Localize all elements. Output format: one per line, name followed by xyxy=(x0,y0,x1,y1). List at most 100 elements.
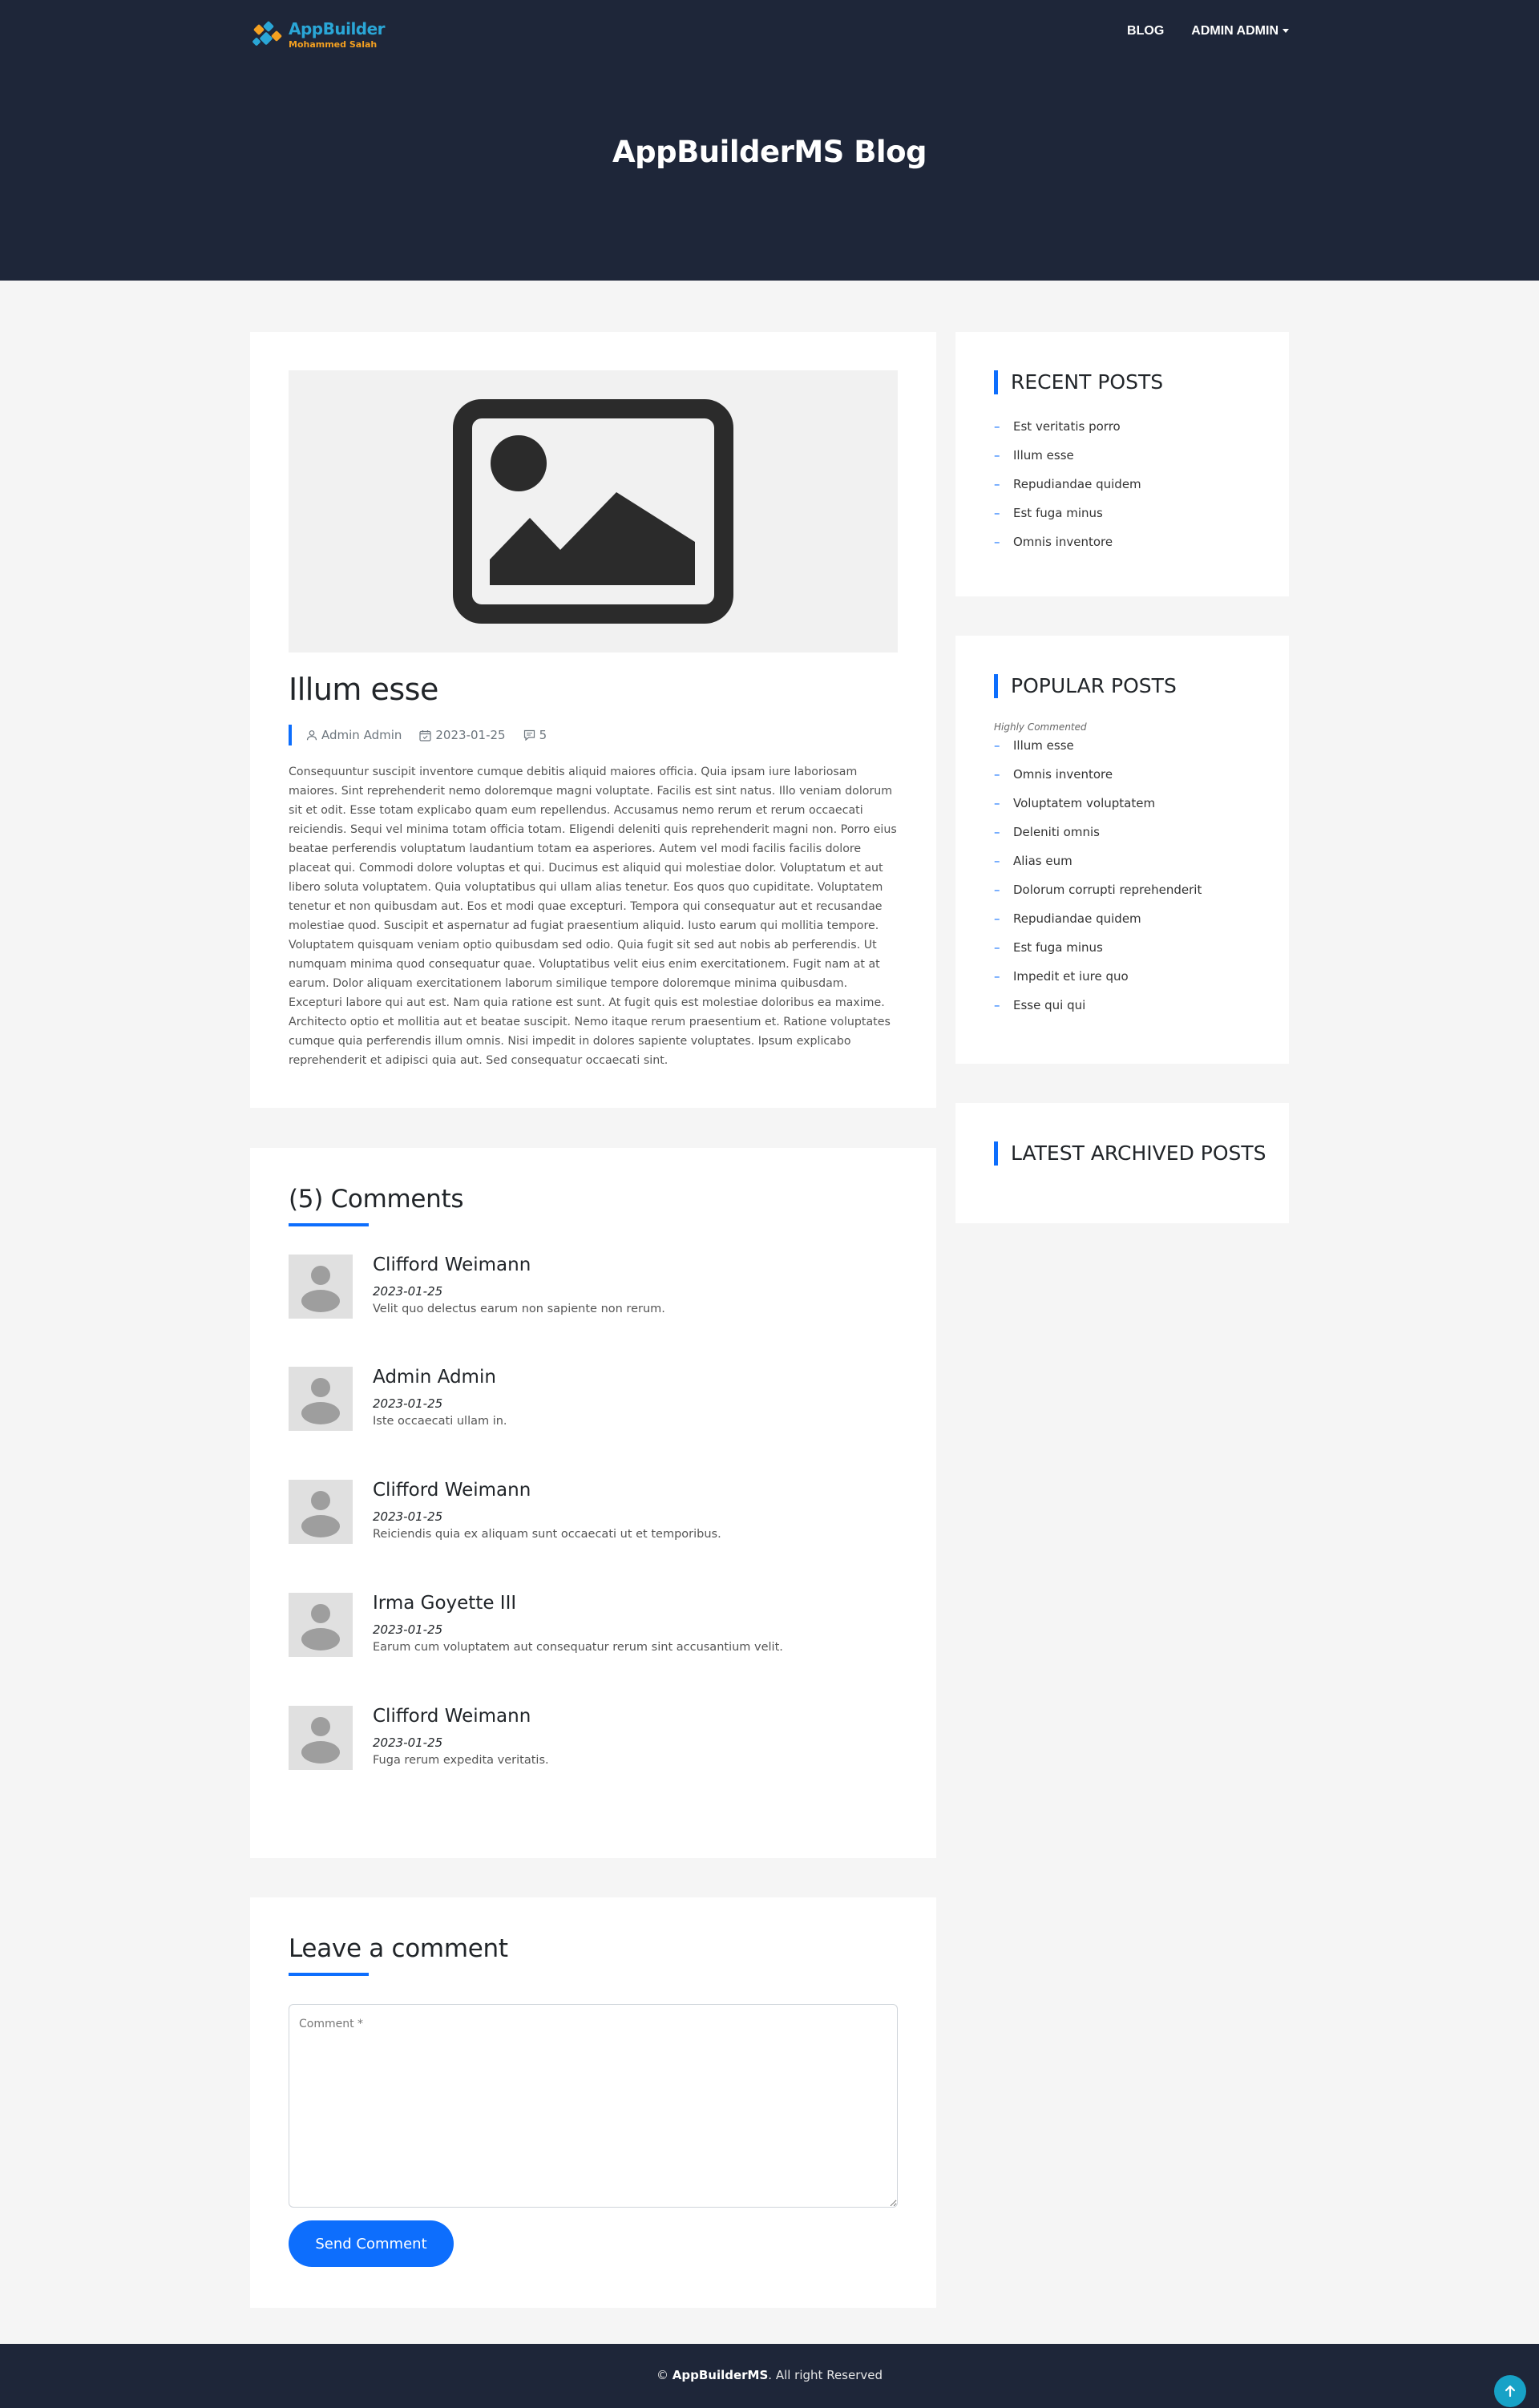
popular-posts-widget: Popular Posts Highly Commented – Illum es… xyxy=(955,636,1289,1064)
dash-icon: – xyxy=(994,419,1000,434)
recent-post-link[interactable]: – Est fuga minus xyxy=(994,503,1141,532)
dash-icon: – xyxy=(994,535,1000,549)
avatar xyxy=(289,1367,353,1431)
dash-icon: – xyxy=(994,477,1000,491)
comment-author: Clifford Weimann xyxy=(373,1255,531,1275)
logo-title: AppBuilder xyxy=(289,19,386,38)
comments-section: (5) Comments Clifford Weimann 2023-01-25… xyxy=(250,1148,936,1858)
avatar xyxy=(289,1480,353,1544)
popular-post-title: Alias eum xyxy=(1013,854,1072,868)
avatar-body xyxy=(301,1402,340,1424)
dash-icon: – xyxy=(994,738,1000,753)
comment-form-heading: Leave a comment xyxy=(289,1934,508,1963)
comment-icon xyxy=(523,729,535,741)
dash-icon: – xyxy=(994,940,1000,955)
comments-count-text: 5 xyxy=(539,728,547,742)
popular-posts-heading: Popular Posts xyxy=(994,674,1177,698)
arrow-up-icon xyxy=(1505,2385,1516,2398)
avatar xyxy=(289,1255,353,1319)
post-image xyxy=(289,370,898,653)
comment-author: Clifford Weimann xyxy=(373,1480,531,1501)
dash-icon: – xyxy=(994,796,1000,810)
avatar-head xyxy=(311,1378,330,1397)
popular-posts-subheading: Highly Commented xyxy=(994,721,1087,733)
popular-post-link[interactable]: – Repudiandae quidem xyxy=(994,909,1202,938)
comment-text: Velit quo delectus earum non sapiente no… xyxy=(373,1303,665,1315)
comment-date: 2023-01-25 xyxy=(373,1509,443,1524)
popular-post-link[interactable]: – Esse qui qui xyxy=(994,996,1202,1024)
comment-date: 2023-01-25 xyxy=(373,1284,443,1299)
scroll-to-top-button[interactable] xyxy=(1494,2375,1526,2407)
popular-post-link[interactable]: – Voluptatem voluptatem xyxy=(994,794,1202,822)
comment-item: Clifford Weimann 2023-01-25 Reiciendis q… xyxy=(289,1480,898,1552)
recent-post-link[interactable]: – Est veritatis porro xyxy=(994,417,1141,446)
popular-post-title: Deleniti omnis xyxy=(1013,825,1100,839)
post-author-name: Admin Admin xyxy=(321,728,402,742)
comment-author: Irma Goyette III xyxy=(373,1593,517,1614)
popular-post-title: Est fuga minus xyxy=(1013,940,1103,955)
popular-post-link[interactable]: – Deleniti omnis xyxy=(994,822,1202,851)
footer-brand: AppBuilderMS xyxy=(672,2368,769,2382)
comment-author: Admin Admin xyxy=(373,1367,496,1388)
recent-post-link[interactable]: – Illum esse xyxy=(994,446,1141,475)
avatar-head xyxy=(311,1717,330,1736)
popular-post-link[interactable]: – Impedit et iure quo xyxy=(994,967,1202,996)
popular-post-link[interactable]: – Alias eum xyxy=(994,851,1202,880)
recent-posts-heading: Recent Posts xyxy=(994,370,1163,394)
archived-posts-widget: Latest Archived Posts xyxy=(955,1103,1289,1223)
recent-post-link[interactable]: – Omnis inventore xyxy=(994,532,1141,561)
dash-icon: – xyxy=(994,969,1000,984)
footer: © AppBuilderMS. All right Reserved xyxy=(0,2344,1539,2408)
comment-item: Clifford Weimann 2023-01-25 Fuga rerum e… xyxy=(289,1706,898,1778)
recent-post-title: Est fuga minus xyxy=(1013,506,1103,520)
footer-rights: . All right Reserved xyxy=(768,2368,883,2382)
popular-posts-list: – Illum esse – Omnis inventore – Voluptatem… xyxy=(994,736,1202,1024)
recent-posts-list: – Est veritatis porro – Illum esse – Repudi… xyxy=(994,417,1141,561)
heading-underline xyxy=(289,1973,369,1976)
comment-input[interactable] xyxy=(289,2004,898,2208)
user-menu-dropdown[interactable]: ADMIN ADMIN xyxy=(1191,24,1289,38)
avatar-body xyxy=(301,1515,340,1537)
avatar-head xyxy=(311,1266,330,1285)
comment-date: 2023-01-25 xyxy=(373,1735,443,1750)
user-icon xyxy=(306,730,317,741)
post-comments-count[interactable]: 5 xyxy=(523,728,547,742)
popular-post-link[interactable]: – Omnis inventore xyxy=(994,765,1202,794)
dash-icon: – xyxy=(994,506,1000,520)
post-meta: Admin Admin 2023-01-25 5 xyxy=(289,725,547,745)
nav-links: BLOG ADMIN ADMIN xyxy=(1127,24,1289,38)
post-card: Illum esse Admin Admin 2023-01-25 5 Cons… xyxy=(250,332,936,1108)
popular-post-link[interactable]: – Est fuga minus xyxy=(994,938,1202,967)
user-menu-label: ADMIN ADMIN xyxy=(1191,24,1278,38)
popular-post-title: Illum esse xyxy=(1013,738,1074,753)
dash-icon: – xyxy=(994,883,1000,897)
avatar-body xyxy=(301,1290,340,1312)
popular-post-title: Dolorum corrupti reprehenderit xyxy=(1013,883,1202,897)
recent-post-link[interactable]: – Repudiandae quidem xyxy=(994,475,1141,503)
popular-post-title: Impedit et iure quo xyxy=(1013,969,1129,984)
avatar xyxy=(289,1593,353,1657)
popular-post-link[interactable]: – Dolorum corrupti reprehenderit xyxy=(994,880,1202,909)
popular-post-title: Omnis inventore xyxy=(1013,767,1113,782)
brand-logo[interactable]: AppBuilder Mohammed Salah xyxy=(250,18,386,55)
nav-blog-link[interactable]: BLOG xyxy=(1127,24,1164,38)
recent-posts-widget: Recent Posts – Est veritatis porro – Illum… xyxy=(955,332,1289,596)
comment-date: 2023-01-25 xyxy=(373,1622,443,1637)
comment-form-section: Leave a comment Send Comment xyxy=(250,1897,936,2308)
avatar xyxy=(289,1706,353,1770)
dash-icon: – xyxy=(994,825,1000,839)
dash-icon: – xyxy=(994,448,1000,463)
image-placeholder-icon xyxy=(453,399,733,624)
popular-post-title: Repudiandae quidem xyxy=(1013,911,1141,926)
archived-posts-heading: Latest Archived Posts xyxy=(994,1141,1266,1166)
popular-post-link[interactable]: – Illum esse xyxy=(994,736,1202,765)
send-comment-button[interactable]: Send Comment xyxy=(289,2220,454,2267)
page-title: AppBuilderMS Blog xyxy=(612,135,927,169)
dash-icon: – xyxy=(994,998,1000,1012)
comment-item: Admin Admin 2023-01-25 Iste occaecati ul… xyxy=(289,1367,898,1439)
comment-text: Iste occaecati ullam in. xyxy=(373,1415,507,1428)
post-author[interactable]: Admin Admin xyxy=(306,728,402,742)
recent-post-title: Illum esse xyxy=(1013,448,1074,463)
popular-post-title: Voluptatem voluptatem xyxy=(1013,796,1156,810)
comment-author: Clifford Weimann xyxy=(373,1706,531,1727)
